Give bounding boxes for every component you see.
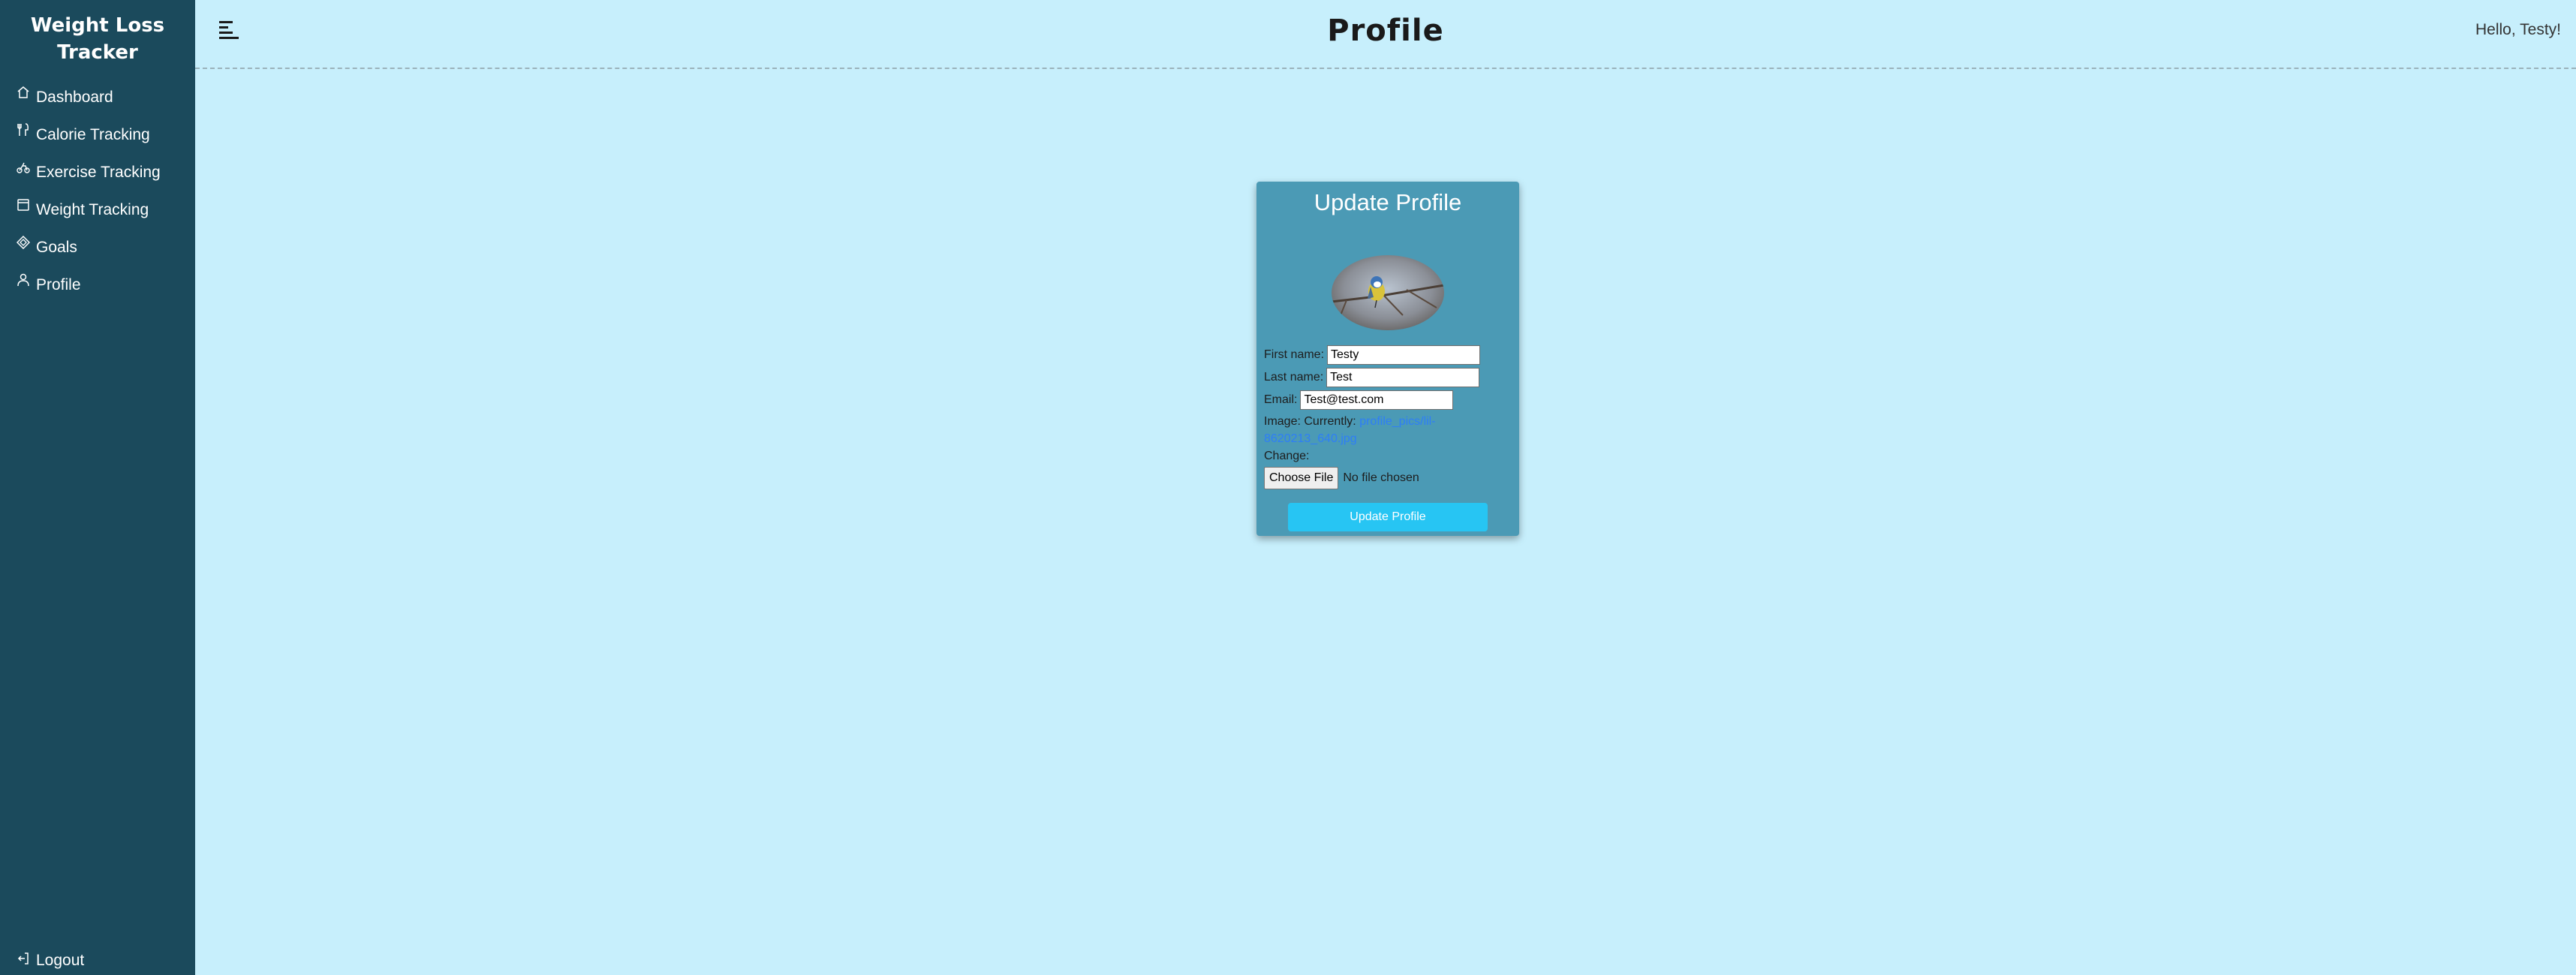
sidebar-item-label: Dashboard: [36, 89, 113, 106]
sidebar-item-goals[interactable]: Goals: [16, 234, 161, 272]
sidebar-item-label: Goals: [36, 239, 77, 256]
first-name-row: First name:: [1264, 345, 1481, 365]
image-label: Image:: [1264, 415, 1301, 428]
update-profile-card: Update Profile First name: Testy Last na…: [1256, 182, 1519, 536]
utensils-icon: [17, 123, 36, 141]
page-title: Profile: [1327, 14, 1444, 48]
sidebar-item-dashboard[interactable]: Dashboard: [17, 84, 161, 122]
app-root: Weight Loss Tracker Dashboard Calorie Tr…: [0, 0, 2576, 975]
sidebar: Weight Loss Tracker Dashboard Calorie Tr…: [0, 0, 195, 975]
email-row: Email:: [1264, 390, 1454, 410]
last-name-field[interactable]: [1326, 368, 1480, 387]
sidebar-item-label: Weight Tracking: [36, 201, 149, 218]
file-input: Choose File No file chosen: [1264, 467, 1419, 489]
last-name-label: Last name:: [1264, 371, 1324, 384]
sidebar-item-weight-tracking[interactable]: Weight Tracking: [17, 197, 161, 234]
brand-line-2: Tracker: [57, 41, 138, 64]
card-title: Update Profile: [1314, 189, 1462, 215]
sidebar-nav: Dashboard Calorie Tracking Exercise Trac…: [16, 84, 161, 309]
last-name-row: Last name:: [1264, 368, 1480, 387]
change-label: Change:: [1264, 450, 1310, 462]
sidebar-item-label: Calorie Tracking: [36, 126, 150, 143]
scale-icon: [17, 198, 36, 216]
sidebar-item-label: Exercise Tracking: [36, 164, 161, 181]
sidebar-item-exercise-tracking[interactable]: Exercise Tracking: [17, 159, 161, 197]
first-name-label: First name:: [1264, 348, 1325, 361]
target-icon: [16, 235, 36, 254]
bird-photo-icon: [1332, 255, 1444, 330]
update-profile-button[interactable]: Update Profile: [1288, 503, 1488, 531]
sidebar-item-label: Profile: [36, 276, 81, 293]
profile-avatar: [1332, 255, 1444, 330]
bicycle-icon: [17, 161, 36, 179]
choose-file-button[interactable]: Choose File: [1264, 467, 1339, 489]
brand-line-1: Weight Loss: [30, 14, 165, 37]
app-brand: Weight Loss Tracker: [0, 12, 195, 66]
currently-label: Currently:: [1304, 415, 1356, 428]
file-status: No file chosen: [1343, 471, 1419, 484]
email-label: Email:: [1264, 393, 1298, 406]
logout-icon: [17, 952, 36, 968]
logout-label: Logout: [36, 952, 85, 969]
sidebar-item-profile[interactable]: Profile: [17, 272, 161, 309]
home-icon: [17, 86, 36, 104]
first-name-field[interactable]: [1327, 345, 1481, 365]
top-header: Profile Hello, Testy!: [195, 0, 2576, 69]
user-icon: [17, 273, 36, 291]
image-current-block: Image: Currently: profile_pics/lil-86202…: [1264, 413, 1512, 465]
logout-link[interactable]: Logout: [17, 952, 84, 970]
user-greeting: Hello, Testy!: [2475, 21, 2561, 38]
sidebar-item-calorie-tracking[interactable]: Calorie Tracking: [17, 122, 161, 159]
email-field[interactable]: [1300, 390, 1454, 410]
